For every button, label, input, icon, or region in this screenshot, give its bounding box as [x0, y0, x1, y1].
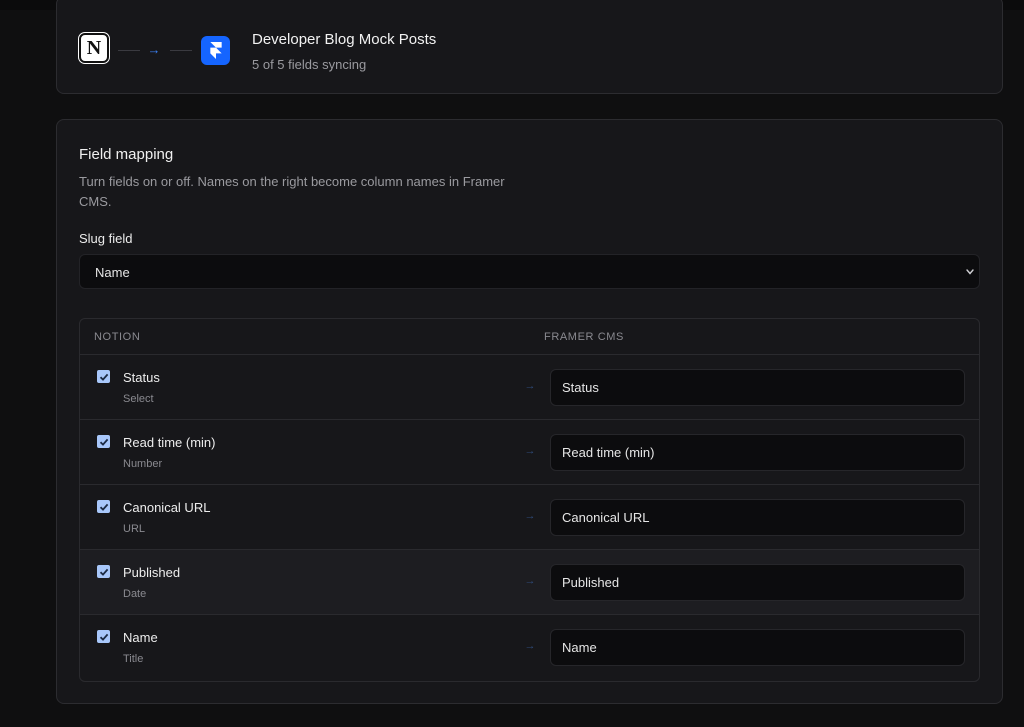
- section-description: Turn fields on or off. Names on the righ…: [79, 174, 505, 209]
- checkmark-icon: [99, 373, 108, 381]
- framer-logo-icon: [201, 36, 230, 65]
- framer-field-name-input[interactable]: [550, 369, 965, 406]
- field-type: URL: [123, 523, 146, 535]
- column-header-notion: NOTION: [94, 331, 141, 343]
- arrow-right-icon: →: [524, 575, 536, 587]
- arrow-right-icon: →: [147, 42, 161, 57]
- field-checkbox[interactable]: [97, 370, 110, 383]
- collection-title: Developer Blog Mock Posts: [252, 31, 437, 48]
- framer-field-name-input[interactable]: [550, 499, 965, 536]
- field-checkbox[interactable]: [97, 500, 110, 513]
- checkmark-icon: [99, 568, 108, 576]
- field-mapping-table: NOTION FRAMER CMS Status Select → Read t…: [79, 318, 980, 682]
- arrow-right-icon: →: [524, 380, 536, 392]
- table-row: Published Date →: [80, 550, 979, 615]
- framer-field-name-input[interactable]: [550, 564, 965, 601]
- notion-logo-letter: N: [86, 37, 102, 59]
- field-name: Status: [123, 370, 160, 385]
- arrow-right-icon: →: [524, 510, 536, 522]
- field-name: Read time (min): [123, 435, 216, 450]
- slug-field-select[interactable]: Name: [79, 254, 980, 289]
- arrow-right-icon: →: [524, 640, 536, 652]
- field-checkbox[interactable]: [97, 435, 110, 448]
- field-name: Name: [123, 630, 158, 645]
- table-row: Name Title →: [80, 615, 979, 680]
- field-type: Select: [123, 393, 154, 405]
- table-header: NOTION FRAMER CMS: [80, 319, 979, 355]
- field-type: Date: [123, 588, 147, 600]
- checkmark-icon: [99, 503, 108, 511]
- arrow-right-icon: →: [524, 445, 536, 457]
- notion-logo-icon: N: [79, 33, 109, 63]
- field-checkbox[interactable]: [97, 630, 110, 643]
- connector-line-right: [170, 50, 192, 51]
- field-name: Published: [123, 565, 181, 580]
- field-type: Title: [123, 653, 144, 665]
- sync-header-card: N → Developer Blog Mock Posts 5 of 5 fie…: [56, 0, 1003, 94]
- connector-line-left: [118, 50, 140, 51]
- chevron-down-icon: [966, 269, 974, 275]
- framer-field-name-input[interactable]: [550, 434, 965, 471]
- field-mapping-card: Field mapping Turn fields on or off. Nam…: [56, 119, 1003, 704]
- field-type: Number: [123, 458, 163, 470]
- table-row: Canonical URL URL →: [80, 485, 979, 550]
- framer-field-name-input[interactable]: [550, 629, 965, 666]
- section-title: Field mapping: [79, 146, 174, 163]
- sync-status-text: 5 of 5 fields syncing: [252, 57, 367, 72]
- table-row: Read time (min) Number →: [80, 420, 979, 485]
- field-name: Canonical URL: [123, 500, 211, 515]
- slug-field-value: Name: [95, 265, 130, 280]
- column-header-framer-cms: FRAMER CMS: [544, 331, 624, 343]
- table-row: Status Select →: [80, 355, 979, 420]
- field-checkbox[interactable]: [97, 565, 110, 578]
- slug-field-label: Slug field: [79, 231, 133, 246]
- checkmark-icon: [99, 633, 108, 641]
- checkmark-icon: [99, 438, 108, 446]
